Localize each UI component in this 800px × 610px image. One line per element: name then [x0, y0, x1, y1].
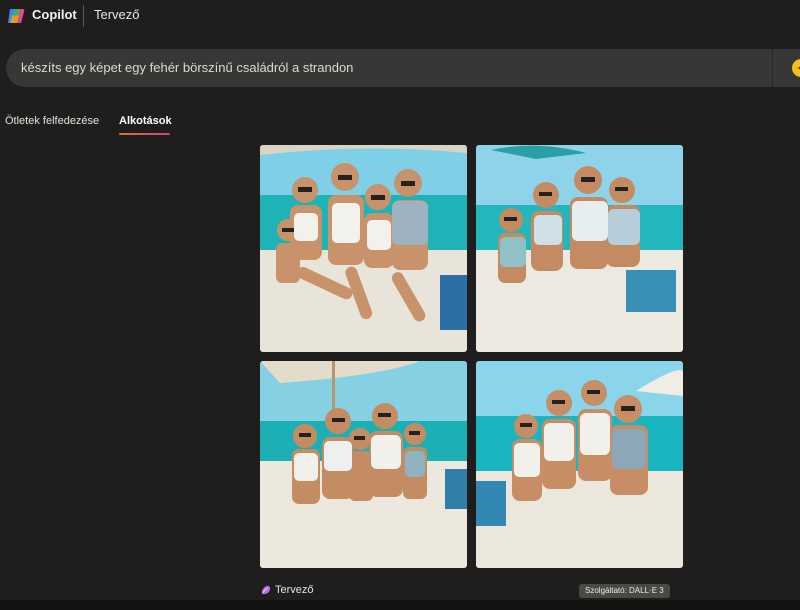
- header-divider: [83, 5, 84, 27]
- tab-explore-ideas[interactable]: Ötletek felfedezése: [5, 115, 99, 127]
- footer-brand[interactable]: Tervező: [260, 584, 314, 596]
- bottom-strip: [0, 600, 800, 610]
- app-name[interactable]: Copilot: [32, 7, 77, 22]
- prompt-bar[interactable]: készíts egy képet egy fehér börszínű csa…: [6, 49, 800, 87]
- provider-badge: Szolgáltató: DALL·E 3: [579, 584, 670, 598]
- family-beach-photo-1: [260, 145, 467, 352]
- copilot-logo-icon[interactable]: [6, 6, 26, 26]
- product-name[interactable]: Tervező: [94, 7, 140, 22]
- designer-logo-icon: [261, 585, 271, 595]
- family-beach-photo-2: [476, 145, 683, 352]
- tab-creations[interactable]: Alkotások: [119, 115, 172, 127]
- generated-image-4[interactable]: [476, 361, 683, 568]
- family-beach-photo-3: [260, 361, 467, 568]
- active-tab-indicator: [119, 133, 170, 135]
- footer-brand-label: Tervező: [275, 584, 314, 596]
- top-bar: Copilot Tervező: [0, 0, 800, 34]
- family-beach-photo-4: [476, 361, 683, 568]
- generated-image-2[interactable]: [476, 145, 683, 352]
- create-sparkle-icon[interactable]: ✦: [792, 59, 800, 77]
- generated-image-1[interactable]: [260, 145, 467, 352]
- prompt-divider: [772, 49, 773, 87]
- prompt-input[interactable]: készíts egy képet egy fehér börszínű csa…: [21, 60, 353, 75]
- generated-image-3[interactable]: [260, 361, 467, 568]
